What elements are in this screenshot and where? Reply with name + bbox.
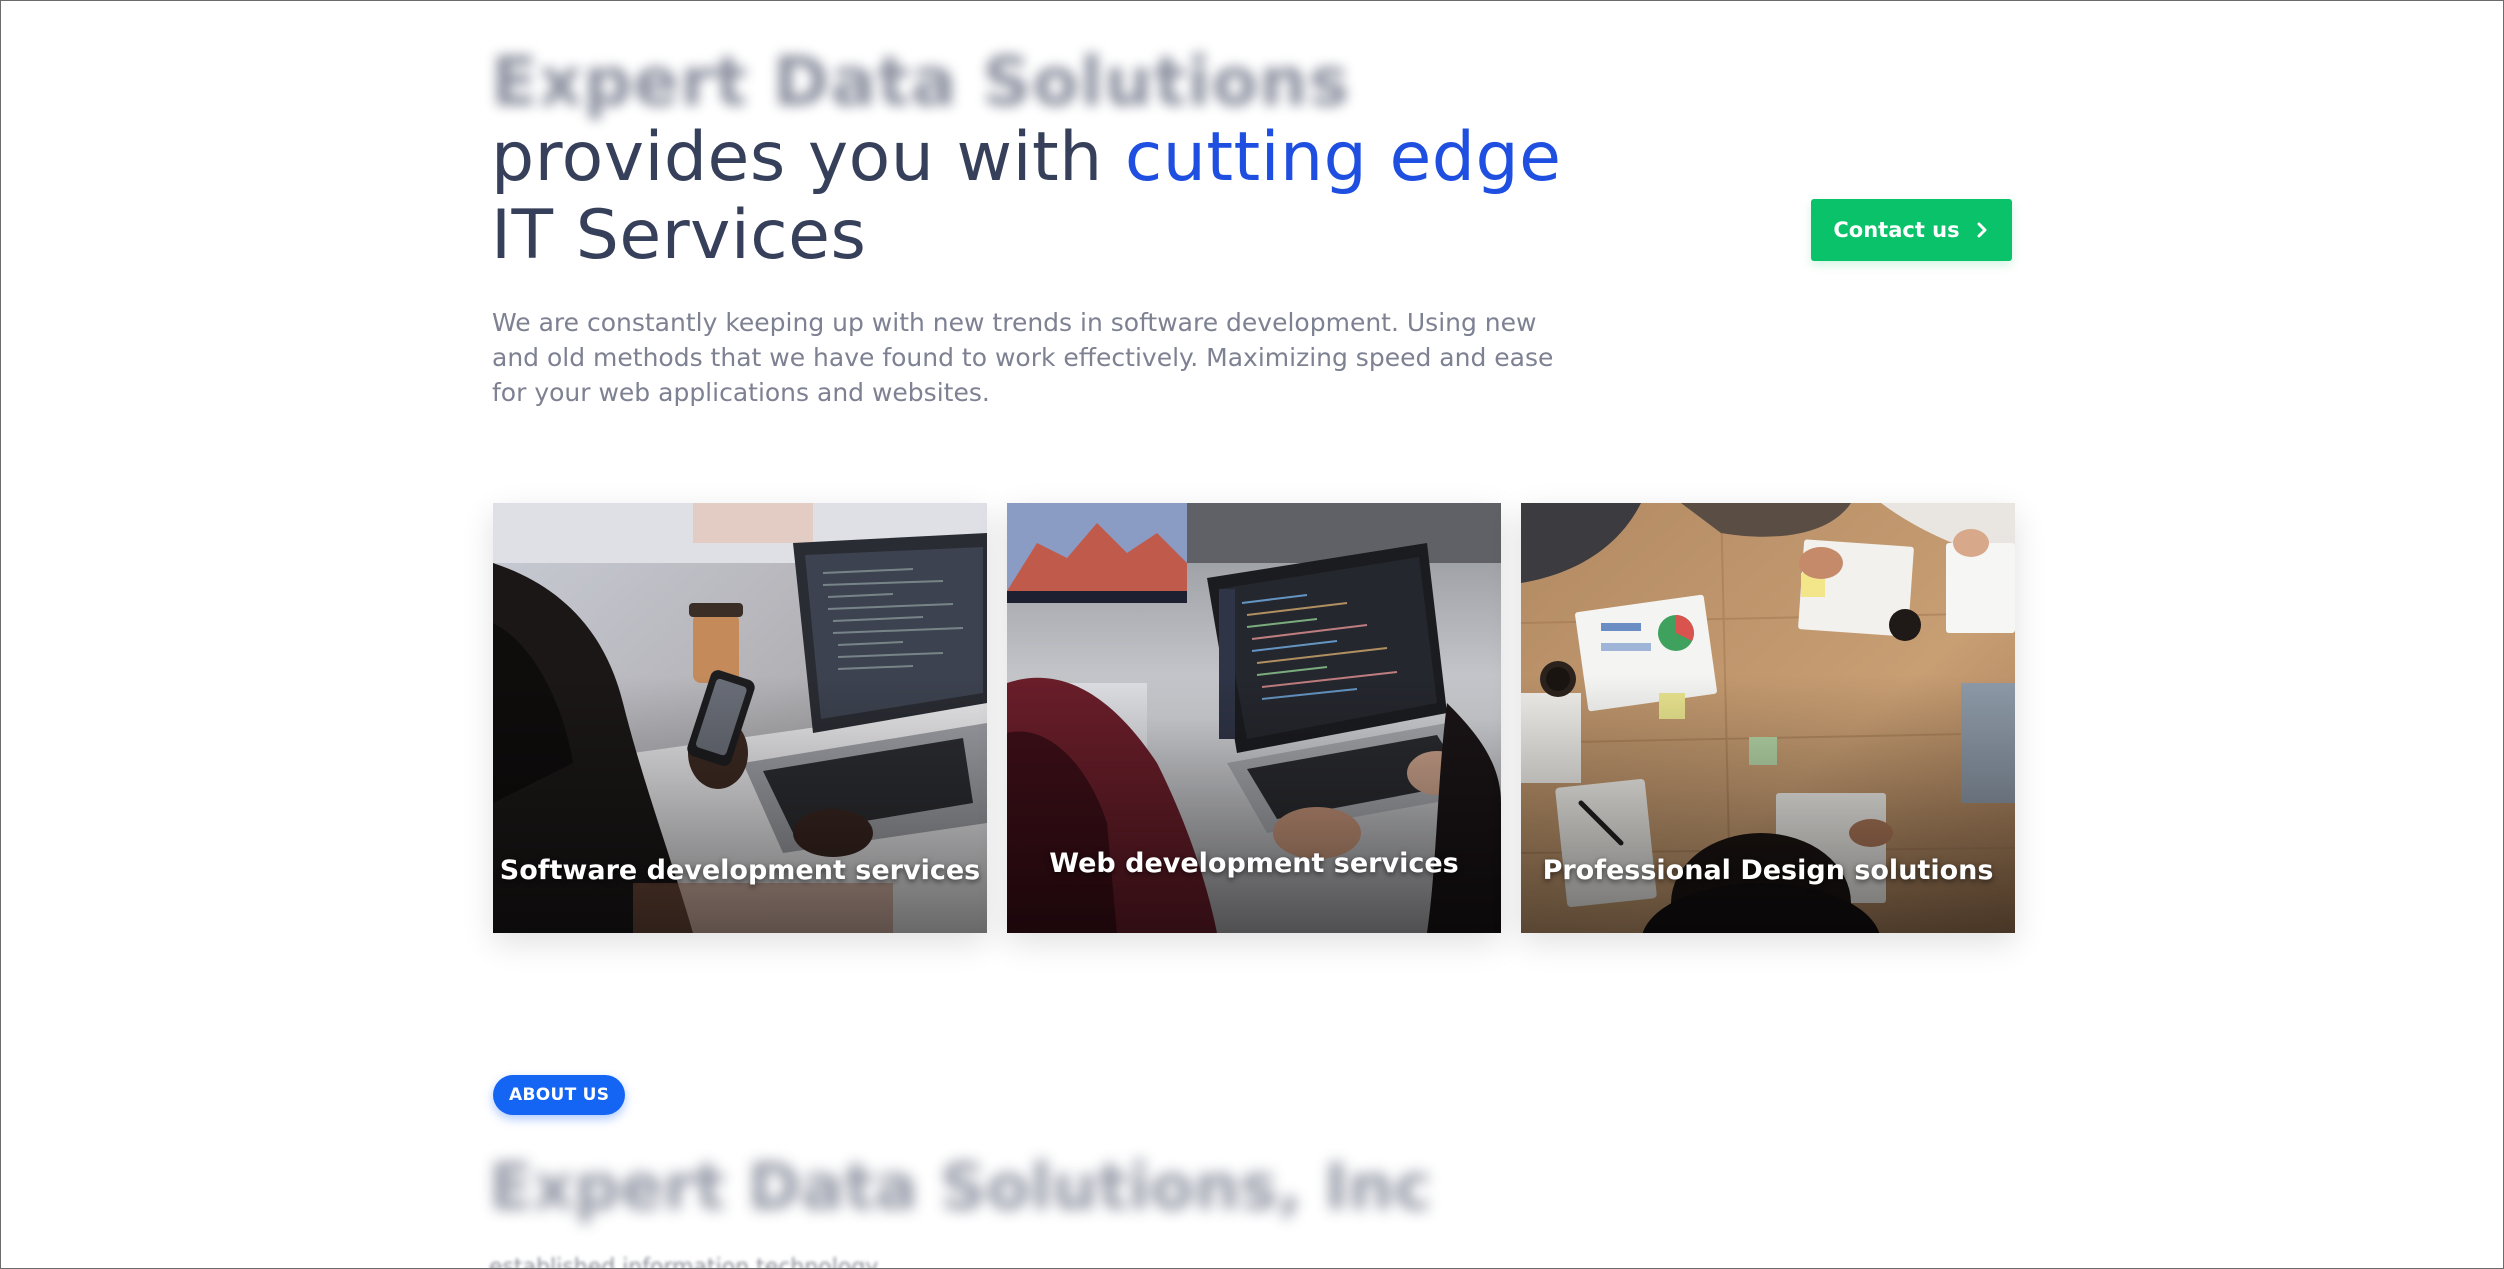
blurred-heading: Expert Data Solutions xyxy=(491,43,1351,122)
card-web-development[interactable]: Web development services xyxy=(1007,503,1501,933)
card-software-development[interactable]: Software development services xyxy=(493,503,987,933)
hero-title-part2: IT Services xyxy=(491,196,867,275)
hero-title-accent: cutting edge xyxy=(1124,118,1562,197)
contact-us-label: Contact us xyxy=(1833,218,1960,242)
contact-us-button[interactable]: Contact us xyxy=(1811,199,2012,261)
hero-title: provides you with cutting edge IT Servic… xyxy=(491,119,1561,275)
card-label-professional-design: Professional Design solutions xyxy=(1542,855,1994,886)
about-blurred-title: Expert Data Solutions, Inc xyxy=(489,1151,1432,1225)
about-us-badge: ABOUT US xyxy=(493,1075,626,1115)
card-label-software-development: Software development services xyxy=(499,855,981,886)
card-professional-design[interactable]: Professional Design solutions xyxy=(1521,503,2015,933)
page: Expert Data Solutions provides you with … xyxy=(0,0,2504,1269)
chevron-right-icon xyxy=(1977,222,1987,238)
hero-description: We are constantly keeping up with new tr… xyxy=(492,308,1554,407)
about-blurred-text: established information technology xyxy=(489,1255,879,1269)
services-cards: Software development services Web develo… xyxy=(493,503,2015,933)
card-label-web-development: Web development services xyxy=(1049,848,1459,879)
hero-title-part1: provides you with xyxy=(491,118,1125,197)
